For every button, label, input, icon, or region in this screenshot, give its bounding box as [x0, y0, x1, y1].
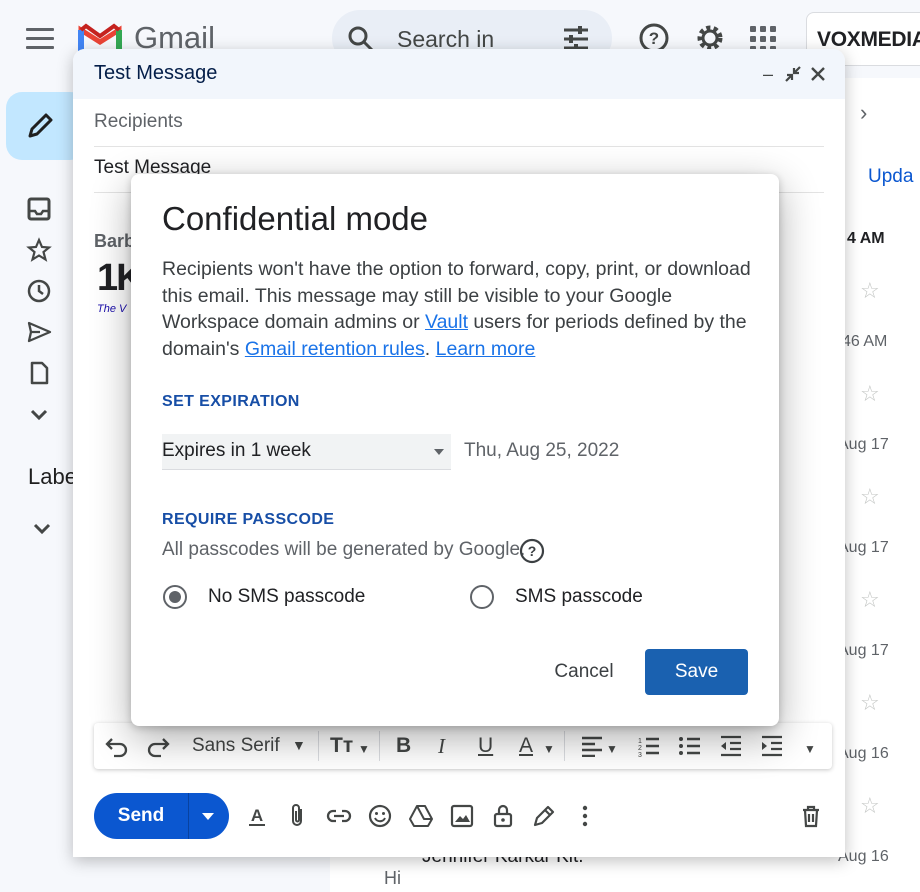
signature-name: Barb — [94, 231, 136, 251]
save-button[interactable]: Save — [645, 649, 748, 695]
pencil-icon — [28, 113, 53, 138]
insert-link-icon[interactable] — [326, 803, 352, 829]
svg-text:?: ? — [649, 29, 659, 48]
font-size-icon[interactable]: Tт — [330, 734, 353, 758]
mail-time: Aug 16 — [838, 848, 889, 865]
svg-text:?: ? — [528, 543, 537, 559]
star-icon[interactable]: ☆ — [860, 793, 880, 819]
discard-draft-trash-icon[interactable] — [798, 803, 824, 829]
passcode-note: All passcodes will be generated by Googl… — [162, 539, 526, 560]
font-size-arrow-icon[interactable]: ▼ — [358, 737, 370, 761]
insert-signature-pen-icon[interactable] — [531, 803, 557, 829]
google-drive-icon[interactable] — [408, 803, 434, 829]
tab-updates[interactable]: Upda — [868, 166, 913, 188]
svg-text:1: 1 — [638, 738, 642, 745]
no-sms-passcode-label[interactable]: No SMS passcode — [208, 586, 365, 608]
mail-time: 4 AM — [847, 230, 885, 247]
confidential-mode-dialog: Confidential mode Recipients won't have … — [131, 174, 779, 726]
drafts-icon[interactable] — [26, 352, 56, 393]
expiration-select[interactable]: Expires in 1 week — [162, 434, 451, 470]
description-text: . — [424, 337, 436, 360]
indent-less-icon[interactable] — [719, 735, 743, 757]
numbered-list-icon[interactable]: 123 — [637, 735, 661, 757]
send-button[interactable]: Send — [94, 793, 188, 839]
mail-snippet: Hi — [384, 868, 401, 888]
gmail-retention-rules-link[interactable]: Gmail retention rules — [245, 338, 425, 360]
exit-fullscreen-icon[interactable] — [782, 63, 804, 85]
sent-icon[interactable] — [26, 311, 56, 352]
formatting-options-icon[interactable]: A — [244, 803, 270, 829]
snoozed-clock-icon[interactable] — [26, 270, 56, 311]
inbox-icon[interactable] — [26, 188, 56, 229]
more-formatting-icon[interactable]: ▼ — [804, 737, 816, 761]
cancel-button[interactable]: Cancel — [534, 649, 634, 695]
indent-more-icon[interactable] — [760, 735, 784, 757]
toolbar-divider — [564, 731, 565, 761]
set-expiration-heading: SET EXPIRATION — [162, 393, 300, 410]
dialog-description: Recipients won't have the option to forw… — [162, 256, 752, 362]
help-question-icon[interactable]: ? — [519, 538, 545, 564]
font-dropdown-arrow-icon[interactable]: ▼ — [292, 733, 306, 757]
underline-icon[interactable]: U — [478, 734, 493, 758]
require-passcode-heading: REQUIRE PASSCODE — [162, 511, 335, 528]
insert-emoji-icon[interactable] — [367, 803, 393, 829]
star-icon[interactable]: ☆ — [860, 690, 880, 716]
toolbar-divider — [318, 731, 319, 761]
italic-icon[interactable]: I — [438, 734, 445, 758]
more-options-icon[interactable] — [572, 803, 598, 829]
align-icon[interactable] — [580, 735, 604, 757]
mail-time: 46 AM — [842, 333, 888, 350]
learn-more-link[interactable]: Learn more — [436, 338, 536, 360]
signature-tagline: The V — [97, 303, 127, 315]
expiration-date: Thu, Aug 25, 2022 — [464, 440, 620, 461]
confidential-mode-lock-icon[interactable] — [490, 803, 516, 829]
star-icon[interactable]: ☆ — [860, 587, 880, 613]
recipients-field[interactable]: Recipients — [94, 111, 824, 147]
close-icon[interactable] — [807, 63, 829, 85]
compose-title: Test Message — [94, 62, 218, 84]
more-chevron-icon[interactable] — [26, 393, 56, 434]
dropdown-arrow-icon — [434, 449, 444, 455]
vault-link[interactable]: Vault — [425, 311, 468, 333]
attach-file-icon[interactable] — [285, 803, 311, 829]
star-icon[interactable]: ☆ — [860, 278, 880, 304]
minimize-icon[interactable]: – — [757, 63, 779, 85]
star-icon[interactable]: ☆ — [860, 381, 880, 407]
svg-text:3: 3 — [638, 752, 642, 757]
next-page-chevron-icon[interactable]: › — [860, 100, 867, 126]
send-options-icon[interactable] — [188, 793, 229, 839]
sms-passcode-label[interactable]: SMS passcode — [515, 586, 643, 608]
compose-header[interactable]: Test Message – — [73, 49, 845, 99]
sidebar-nav — [26, 188, 56, 434]
star-icon[interactable]: ☆ — [860, 484, 880, 510]
mail-time: Aug 17 — [838, 436, 889, 453]
labels-expand-chevron-icon[interactable] — [30, 516, 54, 540]
labels-heading: Labe — [28, 464, 77, 489]
svg-text:A: A — [251, 806, 263, 825]
undo-icon[interactable] — [104, 734, 130, 758]
mail-time: Aug 17 — [838, 642, 889, 659]
mail-time: Aug 16 — [838, 745, 889, 762]
font-family-select[interactable]: Sans Serif — [192, 735, 280, 757]
bold-icon[interactable]: B — [396, 734, 411, 758]
align-arrow-icon[interactable]: ▼ — [606, 737, 618, 761]
insert-photo-icon[interactable] — [449, 803, 475, 829]
main-menu-icon[interactable] — [26, 28, 54, 50]
toolbar-divider — [379, 731, 380, 761]
text-color-icon[interactable]: A — [519, 734, 533, 758]
redo-icon[interactable] — [145, 734, 171, 758]
mail-time: Aug 17 — [838, 539, 889, 556]
no-sms-passcode-radio[interactable] — [163, 585, 187, 609]
formatting-toolbar: Sans Serif ▼ Tт ▼ B I U A ▼ ▼ 123 ▼ — [94, 723, 832, 769]
starred-icon[interactable] — [26, 229, 56, 270]
expiration-value: Expires in 1 week — [162, 440, 311, 461]
sms-passcode-radio[interactable] — [470, 585, 494, 609]
text-color-arrow-icon[interactable]: ▼ — [543, 737, 555, 761]
bulleted-list-icon[interactable] — [678, 735, 702, 757]
dialog-title: Confidential mode — [162, 200, 428, 237]
svg-text:2: 2 — [638, 745, 642, 752]
